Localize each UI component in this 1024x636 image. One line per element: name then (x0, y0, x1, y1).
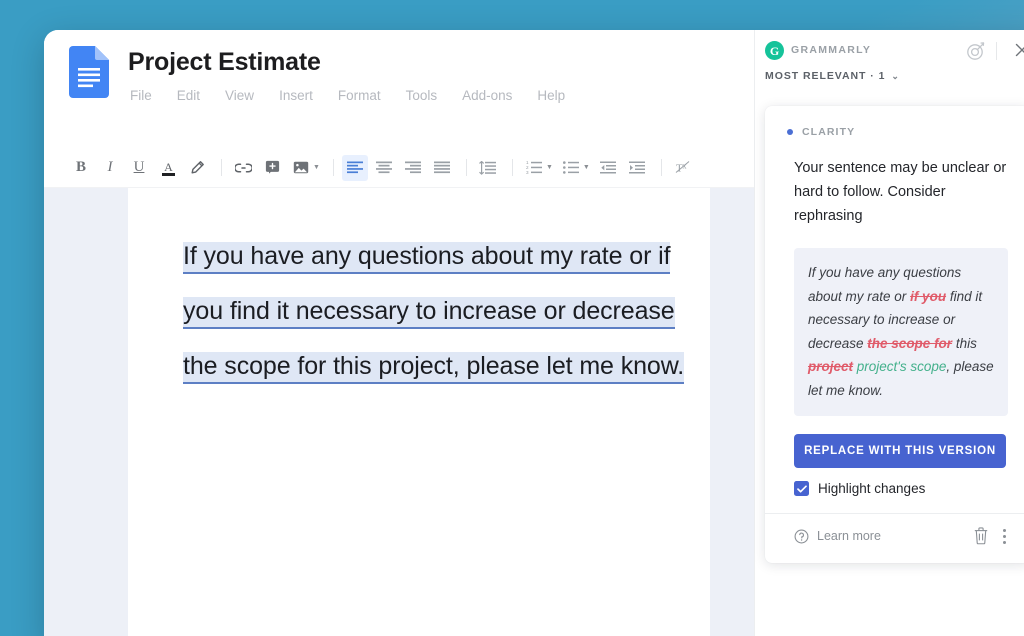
image-dropdown-caret-icon[interactable]: ▼ (313, 164, 320, 171)
dot (1003, 540, 1006, 544)
card-footer: Learn more (787, 527, 1008, 545)
goals-target-icon[interactable] (965, 40, 987, 62)
suggestion-category: CLARITY (787, 126, 1008, 138)
insert-link-icon[interactable] (230, 155, 256, 181)
underline-icon[interactable]: U (126, 155, 152, 181)
filter-label: MOST RELEVANT · 1 (765, 70, 886, 82)
numbered-list-icon[interactable]: 123 (521, 155, 547, 181)
trash-icon[interactable] (973, 527, 989, 545)
menu-item-addons[interactable]: Add-ons (462, 88, 512, 103)
document-title[interactable]: Project Estimate (128, 48, 321, 77)
suggestion-description: Your sentence may be unclear or hard to … (794, 160, 1007, 224)
bulleted-list-icon[interactable] (558, 155, 584, 181)
suggestion-card: CLARITY Your sentence may be unclear or … (765, 106, 1024, 563)
learn-more-link[interactable]: Learn more (817, 529, 881, 543)
header-divider (996, 42, 997, 60)
document-body-text[interactable]: If you have any questions about my rate … (183, 229, 693, 394)
preview-text-deleted: if you (910, 288, 947, 304)
add-comment-icon[interactable] (259, 155, 285, 181)
preview-text-inserted: project's scope (853, 359, 947, 374)
increase-indent-icon[interactable] (624, 155, 650, 181)
replace-with-this-version-button[interactable]: REPLACE WITH THIS VERSION (794, 434, 1006, 468)
help-circle-icon[interactable] (794, 529, 809, 544)
preview-text-deleted: the scope for (867, 335, 953, 351)
grammarly-panel-header: G GRAMMARLY MOST RELEVANT · 1 ⌄ (755, 30, 1024, 106)
decrease-indent-icon[interactable] (595, 155, 621, 181)
suggestions-filter[interactable]: MOST RELEVANT · 1 ⌄ (765, 70, 900, 82)
numbered-list-caret-icon[interactable]: ▼ (546, 164, 553, 171)
category-dot-icon (787, 129, 793, 135)
highlight-changes-checkbox[interactable] (794, 481, 809, 496)
menu-bar: File Edit View Insert Format Tools Add-o… (130, 88, 565, 103)
align-right-icon[interactable] (400, 155, 426, 181)
dot (1003, 534, 1006, 538)
text-color-icon[interactable]: A (155, 155, 181, 181)
menu-item-edit[interactable]: Edit (177, 88, 200, 103)
bulleted-list-caret-icon[interactable]: ▼ (583, 164, 590, 171)
menu-item-insert[interactable]: Insert (279, 88, 313, 103)
menu-item-tools[interactable]: Tools (406, 88, 438, 103)
toolbar-separator (511, 159, 513, 176)
menu-item-format[interactable]: Format (338, 88, 381, 103)
align-justify-icon[interactable] (429, 155, 455, 181)
preview-text-deleted: project (808, 359, 854, 374)
app-window: Project Estimate File Edit View Insert F… (44, 30, 1024, 636)
clear-formatting-icon[interactable]: T x (670, 155, 696, 181)
align-left-icon[interactable] (341, 154, 368, 181)
menu-item-help[interactable]: Help (537, 88, 565, 103)
italic-icon[interactable]: I (97, 155, 123, 181)
menu-item-view[interactable]: View (225, 88, 254, 103)
toolbar-separator (660, 159, 662, 176)
highlight-changes-row[interactable]: Highlight changes (794, 481, 1008, 496)
grammarly-logo-icon: G (765, 41, 784, 60)
chevron-down-icon: ⌄ (891, 70, 900, 81)
category-label: CLARITY (802, 126, 856, 138)
suggestion-preview: If you have any questions about my rate … (794, 248, 1008, 416)
highlight-changes-label: Highlight changes (818, 481, 926, 496)
grammarly-logo-letter: G (769, 43, 780, 58)
more-options-icon[interactable] (1003, 528, 1006, 544)
svg-text:A: A (164, 160, 173, 174)
highlighted-sentence[interactable]: If you have any questions about my rate … (183, 242, 684, 384)
svg-text:3: 3 (526, 170, 529, 174)
line-spacing-icon[interactable] (475, 155, 501, 181)
close-icon[interactable] (1012, 40, 1024, 60)
align-center-icon[interactable] (371, 155, 397, 181)
toolbar-separator (221, 159, 222, 176)
bold-icon[interactable]: B (68, 155, 94, 181)
card-divider (765, 513, 1024, 514)
insert-image-icon[interactable] (288, 155, 314, 181)
menu-item-file[interactable]: File (130, 88, 152, 103)
preview-text-plain: this (952, 335, 977, 351)
dot (1003, 528, 1006, 532)
document-page[interactable]: If you have any questions about my rate … (128, 188, 710, 636)
google-docs-icon (69, 46, 109, 98)
toolbar-separator (332, 159, 334, 176)
grammarly-brand-label: GRAMMARLY (791, 44, 872, 56)
highlight-pen-icon[interactable] (184, 155, 210, 181)
toolbar-separator (465, 159, 467, 176)
grammarly-sidebar: G GRAMMARLY MOST RELEVANT · 1 ⌄ CLARITY … (754, 30, 1024, 636)
